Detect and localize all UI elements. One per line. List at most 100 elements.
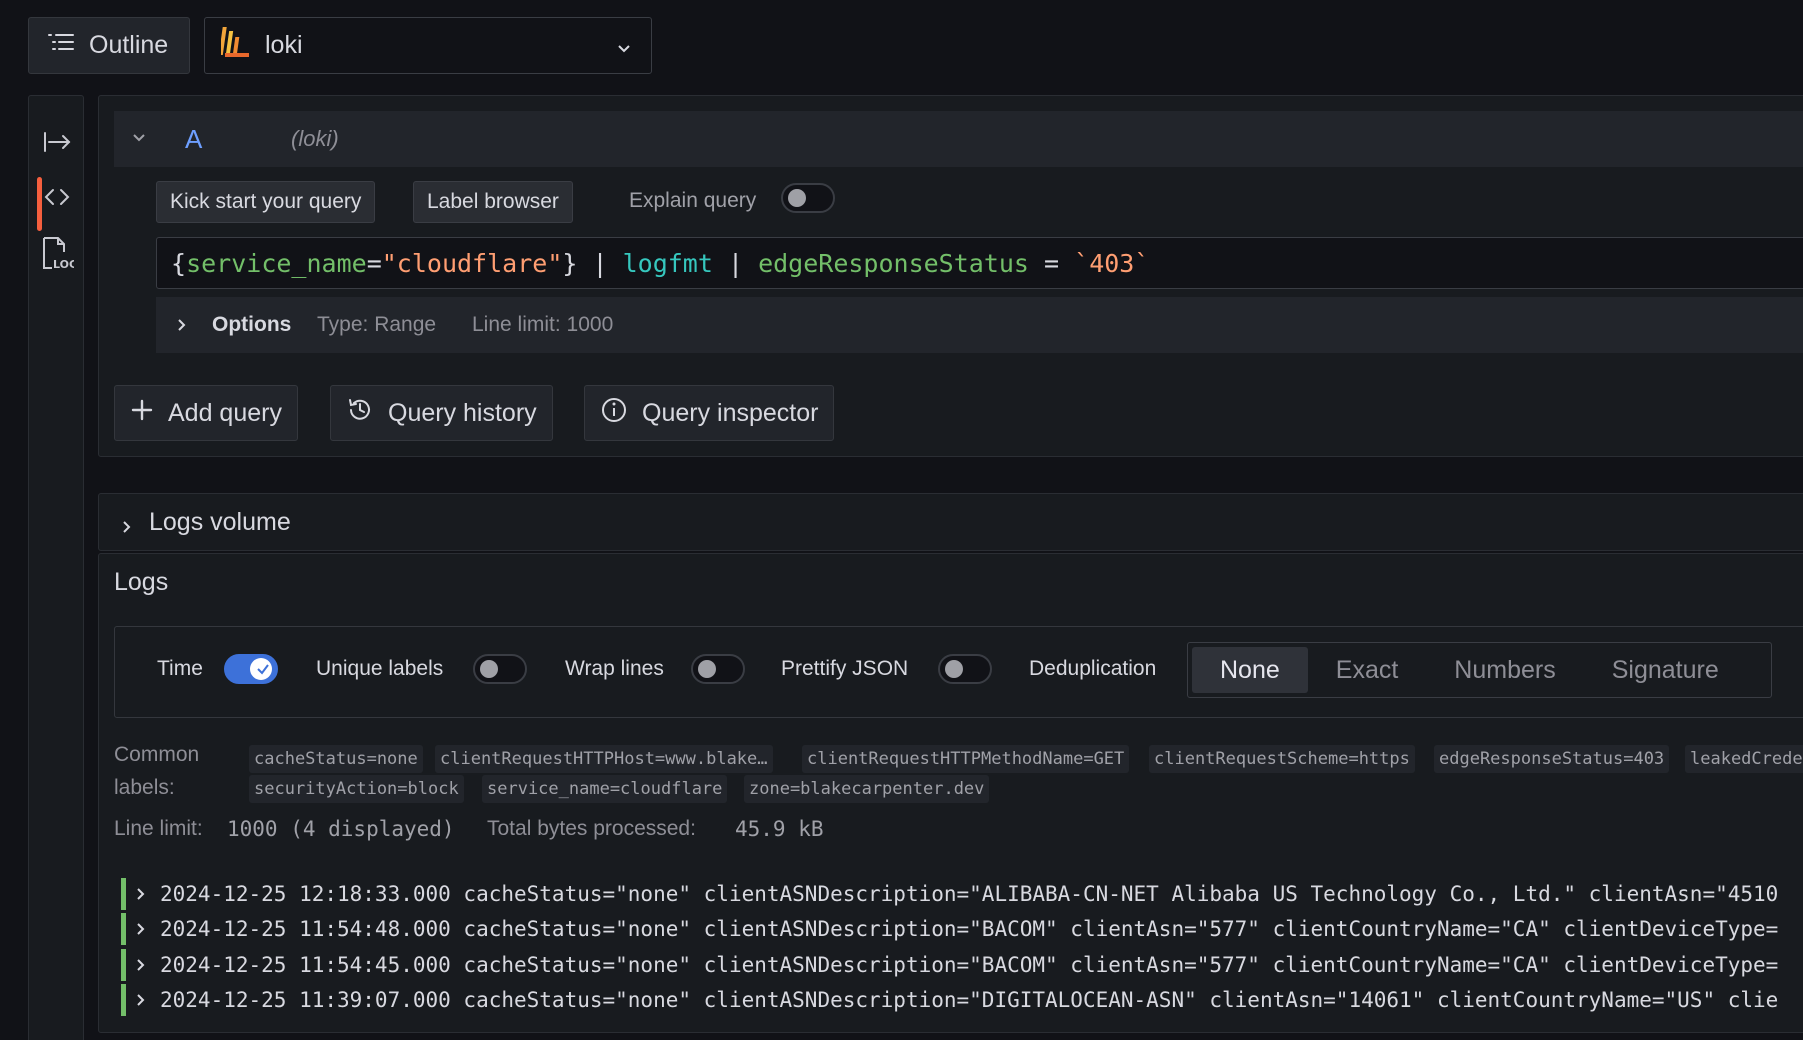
chevron-right-icon[interactable]: [134, 921, 148, 937]
dedup-option-exact[interactable]: Exact: [1308, 647, 1427, 693]
common-label-chip: zone=blakecarpenter.dev: [744, 775, 990, 803]
expr-label-value: "cloudflare": [381, 248, 563, 278]
logs-title: Logs: [114, 568, 169, 596]
outline-list-icon: [47, 31, 75, 60]
expr-label-name: service_name: [186, 248, 367, 278]
logs-volume-panel[interactable]: Logs volume: [98, 493, 1803, 551]
chevron-right-icon[interactable]: [134, 886, 148, 902]
query-editor-panel: A (loki) Kick start your query Label bro…: [98, 95, 1803, 457]
expr-field: edgeResponseStatus: [758, 248, 1029, 278]
check-icon: [257, 664, 269, 675]
deduplication-radio-group: None Exact Numbers Signature: [1187, 642, 1772, 698]
expr-pipe-2: |: [712, 248, 759, 278]
collapse-chevron-icon[interactable]: [130, 129, 148, 152]
line-limit-value: 1000 (4 displayed): [227, 817, 455, 841]
options-type: Type: Range: [317, 313, 437, 336]
expand-toolbar-button[interactable]: [29, 120, 85, 168]
query-options-row[interactable]: Options Type: Range Line limit: 1000: [156, 297, 1803, 353]
expr-compare-op: =: [1029, 248, 1075, 278]
query-code-editor[interactable]: {service_name = "cloudflare"} | logfmt | e…: [156, 237, 1803, 289]
outline-button[interactable]: Outline: [28, 17, 190, 74]
explain-query-toggle[interactable]: [781, 183, 835, 213]
common-label-chip: cacheStatus=none: [249, 745, 423, 773]
label-browser-button[interactable]: Label browser: [413, 181, 573, 223]
prettify-json-toggle[interactable]: [938, 654, 992, 684]
query-inspector-label: Query inspector: [642, 398, 819, 427]
query-row-header[interactable]: A (loki): [114, 111, 1803, 167]
common-label-chip: securityAction=block: [249, 775, 464, 803]
logs-volume-title: Logs volume: [149, 507, 291, 536]
log-level-bar: [121, 878, 126, 910]
outline-label: Outline: [89, 31, 169, 59]
chevron-right-icon: [174, 316, 190, 340]
add-query-label: Add query: [168, 398, 282, 427]
chevron-right-icon: [119, 514, 135, 543]
query-ref-id[interactable]: A: [185, 124, 202, 155]
bytes-processed-key: Total bytes processed:: [487, 817, 696, 840]
bytes-processed-value: 45.9 kB: [735, 817, 824, 841]
chevron-down-icon: [615, 36, 633, 65]
code-mode-button[interactable]: [29, 175, 85, 231]
arrow-right-to-line-icon: [42, 130, 72, 159]
common-label-chip: clientRequestScheme=https: [1149, 745, 1415, 773]
common-label-chip: clientRequestHTTPMethodName=GET: [802, 745, 1130, 773]
query-history-label: Query history: [388, 398, 537, 427]
log-row[interactable]: 2024-12-25 12:18:33.000 cacheStatus="non…: [121, 878, 1778, 910]
common-labels-title: Common: [114, 743, 200, 766]
log-line: 2024-12-25 11:54:45.000 cacheStatus="non…: [160, 953, 1779, 977]
deduplication-label: Deduplication: [1029, 657, 1157, 680]
loki-logo-icon: [218, 25, 251, 66]
history-icon: [346, 396, 374, 431]
info-circle-icon: [600, 396, 628, 431]
common-label-chip: clientRequestHTTPHost=www.blake…: [435, 745, 773, 773]
dedup-option-signature[interactable]: Signature: [1584, 647, 1747, 693]
logs-panel: Logs Time Unique labels Wrap lines Prett…: [98, 553, 1803, 1033]
svg-text:LOG: LOG: [53, 258, 74, 271]
log-level-bar: [121, 984, 126, 1016]
wrap-lines-toggle[interactable]: [691, 654, 745, 684]
datasource-name: loki: [265, 31, 303, 59]
log-line: 2024-12-25 11:54:48.000 cacheStatus="non…: [160, 917, 1779, 941]
chevron-right-icon[interactable]: [134, 992, 148, 1008]
chevron-right-icon[interactable]: [134, 957, 148, 973]
datasource-picker[interactable]: loki: [204, 17, 652, 74]
log-row[interactable]: 2024-12-25 11:39:07.000 cacheStatus="non…: [121, 984, 1778, 1016]
options-title: Options: [212, 313, 292, 336]
log-level-bar: [121, 949, 126, 981]
log-level-bar: [121, 913, 126, 945]
common-labels-title-2: labels:: [114, 776, 175, 799]
prettify-json-label: Prettify JSON: [781, 657, 909, 680]
kick-start-button[interactable]: Kick start your query: [156, 181, 376, 223]
log-file-icon: LOG: [40, 236, 78, 277]
query-inspector-button[interactable]: Query inspector: [584, 385, 835, 441]
unique-labels-toggle[interactable]: [473, 654, 527, 684]
left-toolbar: LOG: [28, 95, 84, 1040]
explain-query-label: Explain query: [629, 189, 757, 212]
code-brackets-icon: [43, 186, 71, 213]
query-history-button[interactable]: Query history: [330, 385, 553, 441]
dedup-option-none[interactable]: None: [1192, 647, 1308, 693]
log-row[interactable]: 2024-12-25 11:54:48.000 cacheStatus="non…: [121, 913, 1778, 945]
unique-labels-label: Unique labels: [316, 657, 444, 680]
query-datasource-label: (loki): [291, 126, 339, 151]
common-label-chip: leakedCrede: [1685, 745, 1803, 773]
line-limit-key: Line limit:: [114, 817, 203, 840]
plus-icon: [130, 398, 154, 429]
time-label: Time: [157, 657, 203, 680]
expr-compare-value: `403`: [1074, 248, 1150, 278]
expr-brace: {: [171, 248, 187, 278]
common-label-chip: service_name=cloudflare: [482, 775, 728, 803]
expr-equals: =: [366, 248, 382, 278]
wrap-lines-label: Wrap lines: [565, 657, 664, 680]
logs-view-button[interactable]: LOG: [29, 232, 85, 280]
dedup-option-numbers[interactable]: Numbers: [1426, 647, 1583, 693]
expr-parser: logfmt: [622, 248, 713, 278]
log-line: 2024-12-25 11:39:07.000 cacheStatus="non…: [160, 988, 1779, 1012]
logs-controls: Time Unique labels Wrap lines Prettify J…: [114, 626, 1803, 718]
log-line: 2024-12-25 12:18:33.000 cacheStatus="non…: [160, 882, 1779, 906]
log-row[interactable]: 2024-12-25 11:54:45.000 cacheStatus="non…: [121, 949, 1778, 981]
add-query-button[interactable]: Add query: [114, 385, 298, 441]
time-toggle[interactable]: [224, 654, 278, 684]
options-line-limit: Line limit: 1000: [472, 313, 614, 336]
common-label-chip: edgeResponseStatus=403: [1434, 745, 1670, 773]
